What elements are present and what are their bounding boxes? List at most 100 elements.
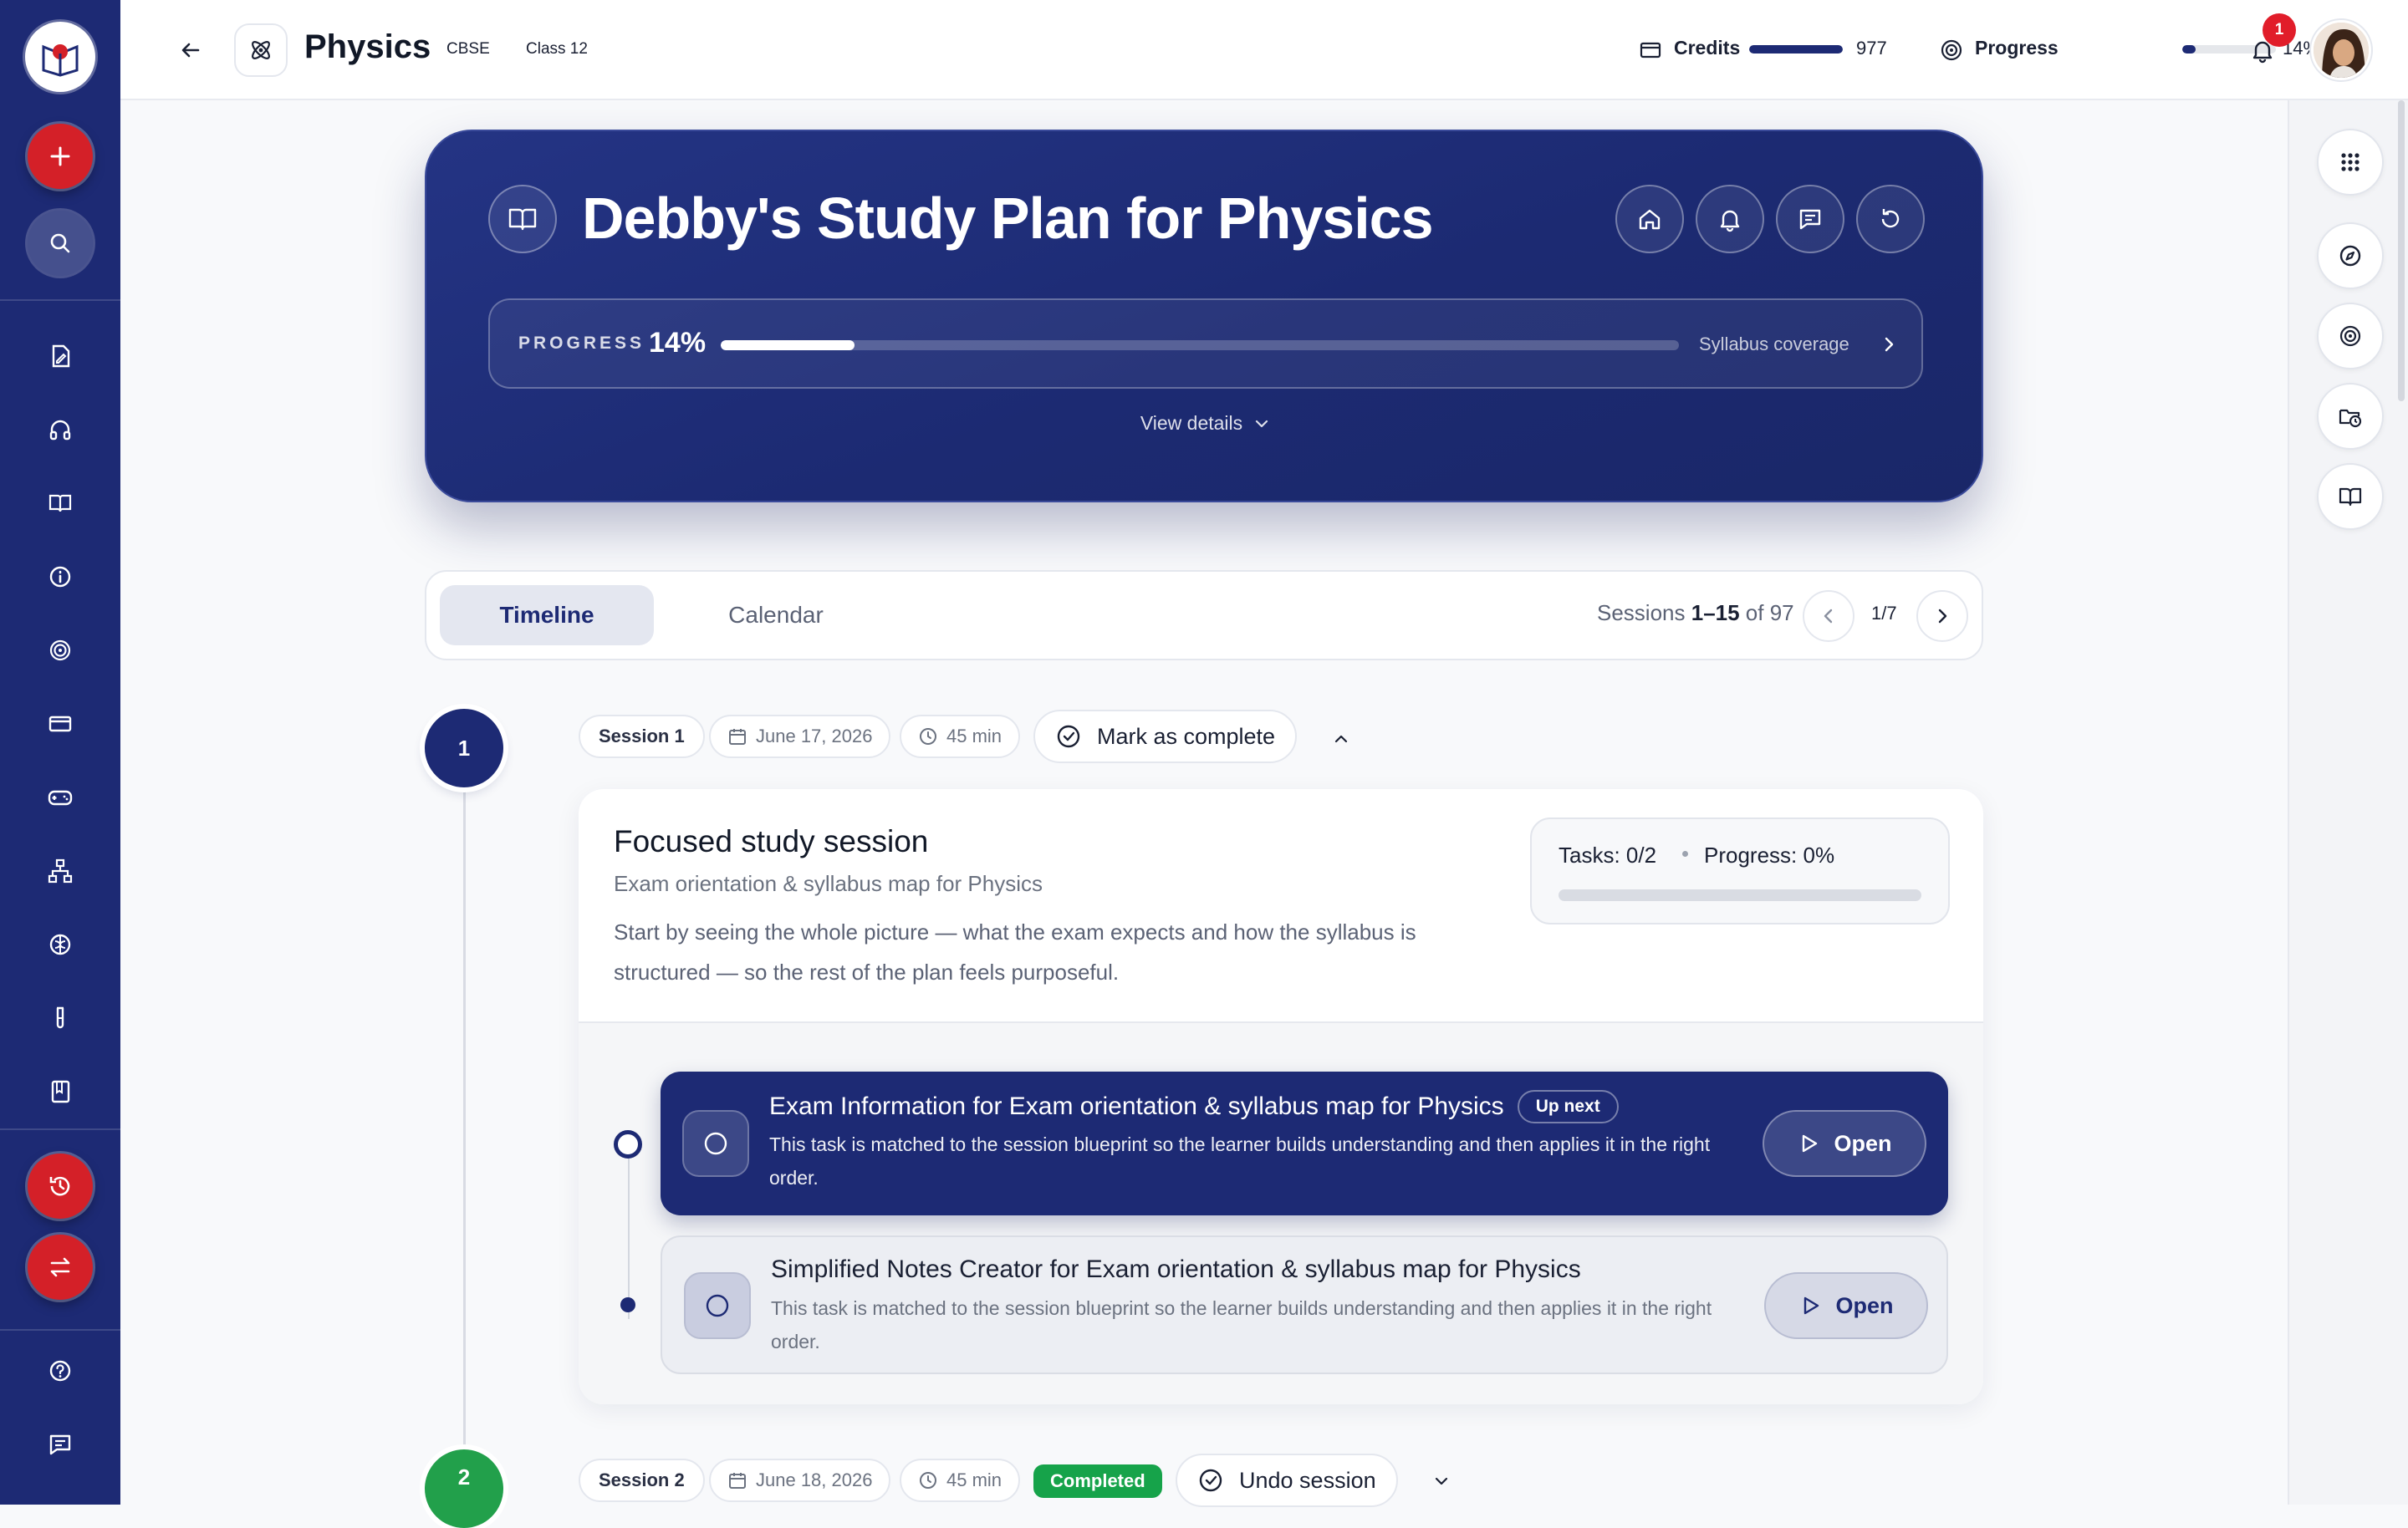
sessions-range: 1–15 [1691, 600, 1740, 625]
play-icon [1797, 1132, 1820, 1155]
apps-grid-icon [2339, 150, 2362, 174]
goals-button[interactable] [2317, 303, 2384, 369]
session-stats-card: Tasks: 0/2 Progress: 0% [1530, 817, 1950, 924]
history-icon [47, 1173, 74, 1199]
session-date: June 18, 2026 [756, 1469, 873, 1490]
task-item[interactable]: Simplified Notes Creator for Exam orient… [661, 1235, 1948, 1374]
avatar[interactable] [2311, 20, 2371, 80]
task-description-line2: order. [769, 1167, 819, 1189]
mark-complete-button[interactable]: Mark as complete [1033, 710, 1298, 763]
help-button[interactable] [43, 1354, 77, 1388]
task-item[interactable]: Exam Information for Exam orientation & … [661, 1072, 1948, 1215]
open-task-button[interactable]: Open [1764, 1272, 1928, 1339]
reminders-button[interactable] [1696, 185, 1764, 253]
rail-scrollbar[interactable] [2398, 100, 2405, 401]
session-label: Session 1 [599, 726, 685, 746]
card-icon [47, 711, 74, 737]
reset-button[interactable] [1856, 185, 1925, 253]
sidebar-item-goals[interactable] [43, 634, 77, 667]
collapse-session-button[interactable] [1326, 724, 1356, 754]
task-checkbox[interactable] [682, 1110, 749, 1177]
sidebar-item-info[interactable] [43, 560, 77, 593]
feedback-button[interactable] [43, 1428, 77, 1461]
session-progress-bar [1559, 889, 1921, 901]
sessions-prefix: Sessions [1597, 600, 1691, 625]
sidebar-item-notebook[interactable] [43, 1075, 77, 1108]
chevron-down-icon [1431, 1471, 1451, 1491]
edit-doc-icon [47, 343, 74, 369]
test-tube-icon [47, 1005, 74, 1031]
sidebar-item-flashcards[interactable] [43, 707, 77, 741]
timeline-line [463, 752, 466, 1505]
home-button[interactable] [1615, 185, 1684, 253]
sidebar-divider [0, 1329, 120, 1331]
left-sidebar [0, 0, 120, 1505]
atom-icon [247, 36, 275, 64]
session-label-pill: Session 1 [579, 715, 705, 758]
plan-progress-card[interactable]: PROGRESS 14% Syllabus coverage [488, 298, 1923, 389]
back-button[interactable] [172, 32, 209, 69]
open-task-button[interactable]: Open [1763, 1110, 1926, 1177]
tab-calendar[interactable]: Calendar [669, 585, 883, 645]
task-description-line2: order. [771, 1331, 820, 1352]
check-circle-icon [1055, 723, 1082, 750]
calendar-icon [727, 726, 747, 746]
notifications-button[interactable]: 1 [2242, 13, 2296, 70]
compass-icon [2338, 243, 2363, 268]
next-page-button[interactable] [1916, 590, 1968, 642]
notebook-icon [47, 1078, 74, 1105]
expand-session-button[interactable] [1426, 1466, 1457, 1496]
task-title: Exam Information for Exam orientation & … [769, 1093, 1504, 1120]
sidebar-item-library[interactable] [43, 486, 77, 520]
credits-bar-fill [1749, 45, 1843, 53]
recent-files-button[interactable] [2317, 383, 2384, 450]
prev-page-button[interactable] [1803, 590, 1854, 642]
switch-button[interactable] [28, 1235, 93, 1300]
refresh-icon [1877, 206, 1904, 232]
progress-percent: 14% [649, 327, 707, 359]
right-rail [2288, 100, 2408, 1505]
completed-badge: Completed [1033, 1464, 1162, 1498]
sidebar-item-experiments[interactable] [43, 1001, 77, 1035]
subject-badge [234, 23, 288, 77]
sidebar-item-notes[interactable] [43, 339, 77, 373]
mark-complete-label: Mark as complete [1097, 723, 1276, 749]
book-icon [506, 202, 539, 236]
tab-timeline[interactable]: Timeline [440, 585, 654, 645]
search-button[interactable] [28, 211, 93, 276]
sidebar-item-mindmap[interactable] [43, 854, 77, 888]
create-button[interactable] [28, 124, 93, 189]
apps-button[interactable] [2317, 129, 2384, 196]
task-title-row: Exam Information for Exam orientation & … [769, 1090, 1619, 1123]
session-duration-pill: 45 min [900, 1459, 1021, 1502]
session-label: Session 2 [599, 1469, 685, 1490]
app-logo[interactable] [25, 22, 95, 92]
explore-button[interactable] [2317, 222, 2384, 289]
plan-icon-badge [488, 185, 557, 253]
session-number-label: 1 [457, 735, 471, 761]
chat-button[interactable] [1776, 185, 1844, 253]
view-details-toggle[interactable]: View details [426, 412, 1985, 435]
session-title: Focused study session [614, 824, 929, 858]
sidebar-item-games[interactable] [43, 781, 77, 814]
session-description-line2: structured — so the rest of the plan fee… [614, 960, 1120, 985]
message-icon [1797, 206, 1824, 232]
tab-timeline-label: Timeline [499, 602, 594, 628]
sidebar-item-audio[interactable] [43, 413, 77, 446]
credits-label: Credits [1674, 37, 1741, 59]
session-date: June 17, 2026 [756, 726, 873, 746]
chevron-down-icon [1252, 415, 1271, 433]
sessions-counter: Sessions 1–15 of 97 [1597, 600, 1794, 626]
progress-stat: Progress: 0% [1704, 843, 1835, 868]
task-connector-line [628, 1143, 630, 1319]
history-button[interactable] [28, 1154, 93, 1219]
task-status-marker [614, 1130, 642, 1159]
circle-icon [702, 1130, 729, 1157]
notification-badge: 1 [2263, 13, 2296, 47]
clock-icon [918, 1470, 938, 1490]
sidebar-item-ai-tutor[interactable] [43, 928, 77, 961]
resources-button[interactable] [2317, 463, 2384, 530]
session-date-pill: June 17, 2026 [709, 715, 891, 758]
task-checkbox[interactable] [684, 1272, 751, 1339]
undo-session-button[interactable]: Undo session [1176, 1454, 1398, 1507]
